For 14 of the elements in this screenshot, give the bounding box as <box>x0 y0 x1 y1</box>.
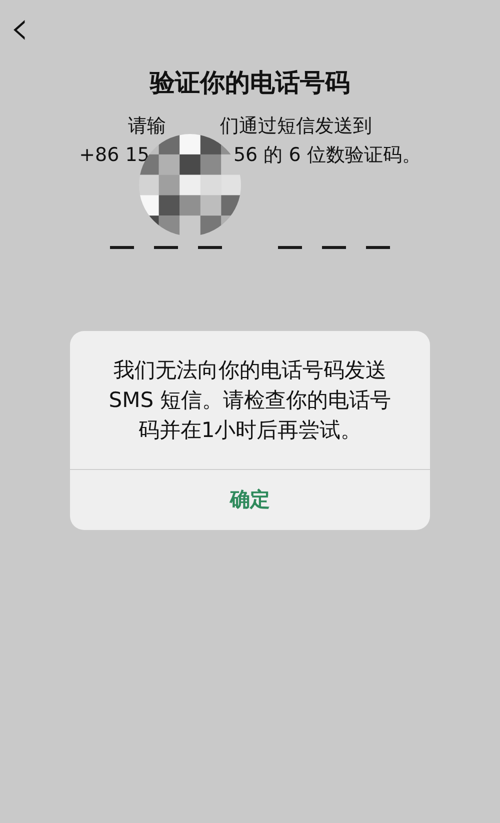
instruction-text: 们通过短信发送到 <box>220 114 372 138</box>
confirm-button[interactable]: 确定 <box>70 469 430 530</box>
code-digit-slot[interactable] <box>110 246 134 248</box>
alert-message: 我们无法向你的电话号码发送 SMS 短信。请检查你的电话号码并在1小时后再尝试。 <box>108 357 392 444</box>
instruction-text: 56 的 6 位数验证码。 <box>233 142 421 168</box>
code-digit-slot[interactable] <box>154 246 178 248</box>
instruction-text: +86 15 <box>79 142 150 168</box>
code-digit-slot[interactable] <box>322 246 346 248</box>
code-digit-slot[interactable] <box>198 246 222 248</box>
page-title: 验证你的电话号码 <box>148 67 351 99</box>
instruction-text: 请输 <box>128 114 166 138</box>
back-button[interactable]: ‹ <box>4 4 36 52</box>
code-digit-slot[interactable] <box>366 246 390 248</box>
code-digit-slot[interactable] <box>278 246 302 248</box>
